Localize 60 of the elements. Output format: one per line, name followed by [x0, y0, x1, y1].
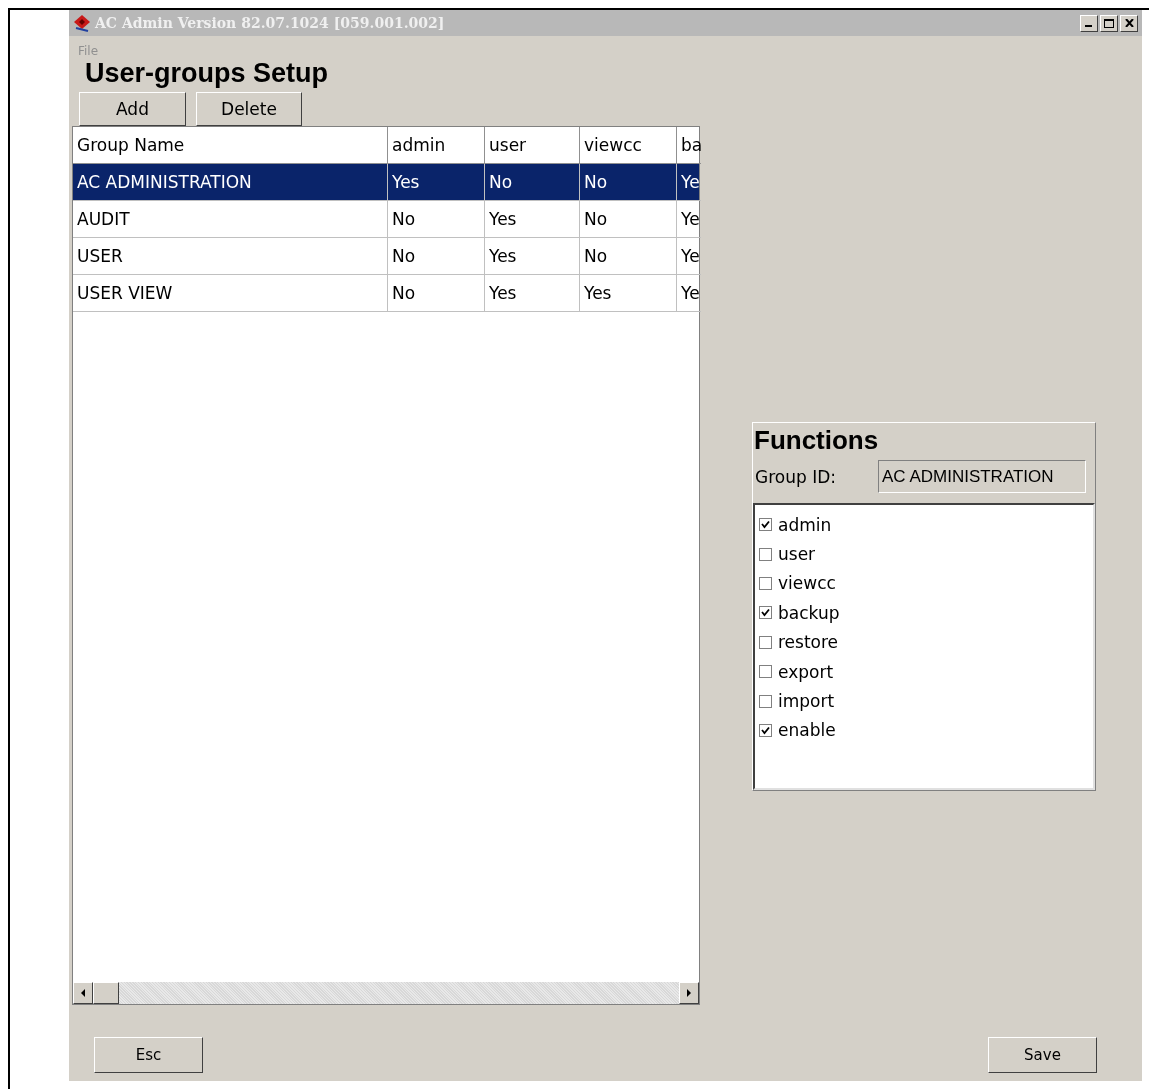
checkbox[interactable]	[759, 665, 772, 679]
table-cell: No	[485, 164, 580, 201]
field-label: Group ID:	[755, 466, 837, 487]
table-row[interactable]: USER VIEW No Yes Yes Ye	[73, 275, 699, 312]
window-title: AC Admin Version 82.07.1024 [059.001.002]	[95, 15, 445, 31]
scroll-right-button[interactable]	[679, 982, 699, 1004]
right-arrow-icon	[686, 989, 692, 997]
minimize-button[interactable]	[1080, 14, 1098, 32]
table-cell: Ye	[677, 201, 701, 238]
table-cell: Yes	[580, 275, 677, 312]
table-row[interactable]: AUDIT No Yes No Ye	[73, 201, 699, 238]
table-cell: Yes	[485, 238, 580, 275]
table-cell: No	[388, 201, 485, 238]
table-cell: No	[580, 201, 677, 238]
panel-title: Functions	[753, 424, 880, 456]
checkbox-label: export	[778, 661, 834, 682]
checkbox-label: user	[778, 544, 816, 565]
table-cell: USER	[73, 238, 388, 275]
table-row[interactable]: AC ADMINISTRATION Yes No No Ye	[73, 164, 699, 201]
table-cell: Yes	[485, 201, 580, 238]
scroll-thumb[interactable]	[93, 982, 119, 1004]
checkbox-label: backup	[778, 602, 840, 623]
checkbox[interactable]	[759, 694, 772, 708]
checkbox[interactable]	[759, 518, 772, 532]
horizontal-scrollbar[interactable]	[73, 982, 699, 1004]
page-heading: User-groups Setup	[85, 58, 330, 90]
close-icon	[1124, 19, 1134, 27]
checkbox-label: viewcc	[778, 573, 836, 594]
table-cell: Yes	[388, 164, 485, 201]
table-cell: USER VIEW	[73, 275, 388, 312]
checkbox[interactable]	[759, 606, 772, 620]
table-cell: No	[388, 275, 485, 312]
checkbox[interactable]	[759, 723, 772, 737]
checkbox[interactable]	[759, 635, 772, 649]
esc-button[interactable]: Esc	[94, 1037, 203, 1073]
add-button[interactable]: Add	[79, 92, 186, 126]
group-id-field[interactable]: AC ADMINISTRATION	[878, 460, 1086, 493]
table-cell: AC ADMINISTRATION	[73, 164, 388, 201]
checkbox-label: enable	[778, 720, 836, 741]
maximize-icon	[1104, 18, 1114, 28]
table-cell: No	[580, 238, 677, 275]
checkbox[interactable]	[759, 547, 772, 561]
save-button[interactable]: Save	[988, 1037, 1097, 1073]
table-cell: Ye	[677, 164, 701, 201]
close-button[interactable]	[1120, 14, 1138, 32]
scroll-left-button[interactable]	[73, 982, 93, 1004]
checkbox-label: admin	[778, 514, 832, 535]
table-cell: Yes	[485, 275, 580, 312]
table-cell: Ye	[677, 275, 701, 312]
maximize-button[interactable]	[1100, 14, 1118, 32]
left-arrow-icon	[80, 989, 86, 997]
table-cell: No	[388, 238, 485, 275]
checkbox-label: restore	[778, 632, 839, 653]
delete-button[interactable]: Delete	[196, 92, 302, 126]
checkbox-label: import	[778, 691, 835, 712]
checkbox[interactable]	[759, 576, 772, 590]
table-row[interactable]: USER No Yes No Ye	[73, 238, 699, 275]
table-cell: Ye	[677, 238, 701, 275]
table-cell: No	[580, 164, 677, 201]
table-cell: AUDIT	[73, 201, 388, 238]
